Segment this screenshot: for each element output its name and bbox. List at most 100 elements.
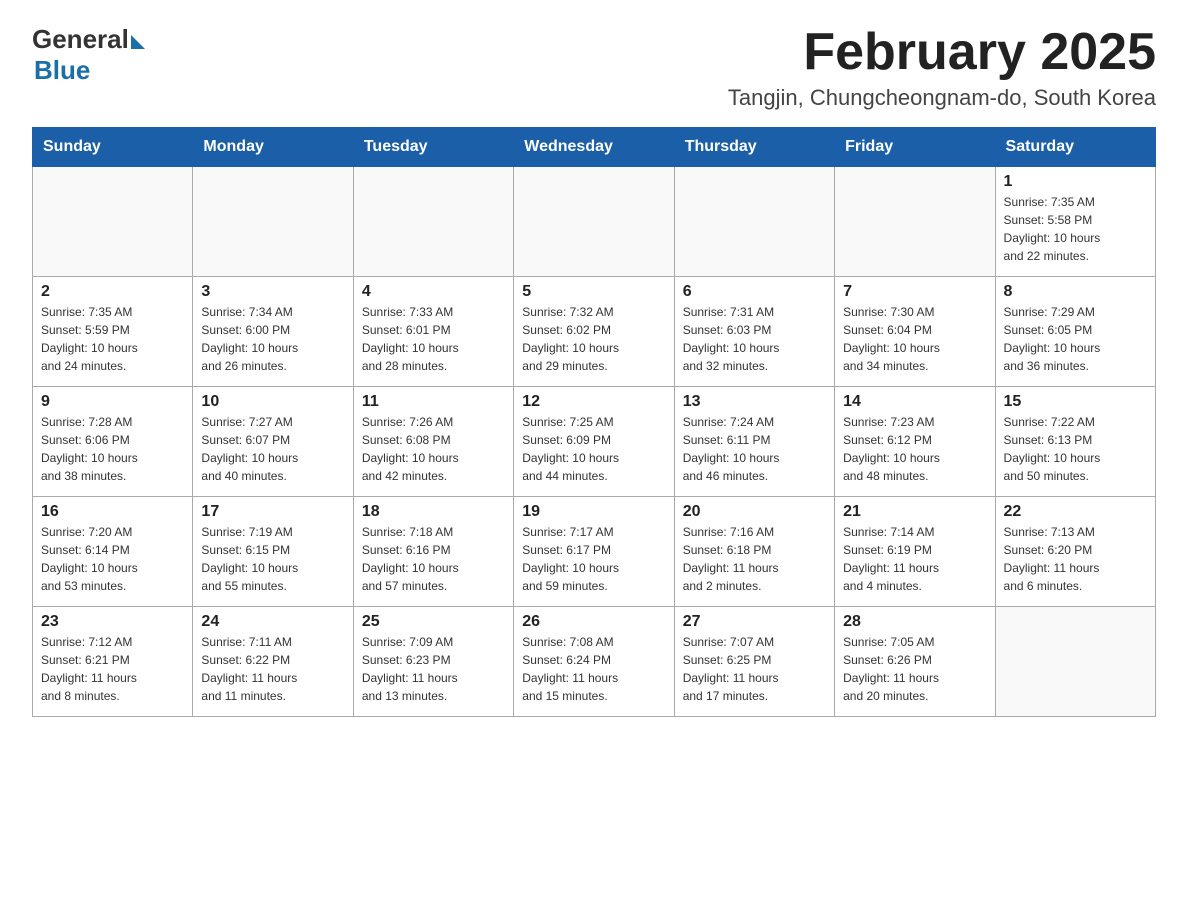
header-tuesday: Tuesday — [353, 128, 513, 167]
title-area: February 2025 Tangjin, Chungcheongnam-do… — [728, 24, 1156, 111]
day-number: 1 — [1004, 173, 1147, 191]
calendar-cell: 13 Sunrise: 7:24 AM Sunset: 6:11 PM Dayli… — [674, 387, 834, 497]
location-title: Tangjin, Chungcheongnam-do, South Korea — [728, 85, 1156, 111]
calendar-cell: 5 Sunrise: 7:32 AM Sunset: 6:02 PM Daylig… — [514, 277, 674, 387]
calendar-cell — [353, 167, 513, 277]
calendar-cell: 3 Sunrise: 7:34 AM Sunset: 6:00 PM Daylig… — [193, 277, 353, 387]
day-number: 22 — [1004, 503, 1147, 521]
calendar-cell: 9Sunrise: 7:28 AM Sunset: 6:06 PM Daylig… — [33, 387, 193, 497]
calendar-cell — [193, 167, 353, 277]
calendar-cell: 4 Sunrise: 7:33 AM Sunset: 6:01 PM Daylig… — [353, 277, 513, 387]
day-info: Sunrise: 7:25 AM Sunset: 6:09 PM Dayligh… — [522, 413, 665, 485]
calendar-cell: 2 Sunrise: 7:35 AM Sunset: 5:59 PM Daylig… — [33, 277, 193, 387]
day-number: 26 — [522, 613, 665, 631]
day-number: 17 — [201, 503, 344, 521]
calendar-cell: 1Sunrise: 7:35 AM Sunset: 5:58 PM Daylig… — [995, 167, 1155, 277]
calendar-cell: 19Sunrise: 7:17 AM Sunset: 6:17 PM Dayli… — [514, 497, 674, 607]
day-info: Sunrise: 7:32 AM Sunset: 6:02 PM Dayligh… — [522, 303, 665, 375]
day-number: 23 — [41, 613, 184, 631]
logo-arrow-icon — [131, 35, 145, 49]
day-info: Sunrise: 7:09 AM Sunset: 6:23 PM Dayligh… — [362, 633, 505, 705]
calendar-cell — [835, 167, 995, 277]
calendar-cell: 14Sunrise: 7:23 AM Sunset: 6:12 PM Dayli… — [835, 387, 995, 497]
month-title: February 2025 — [728, 24, 1156, 81]
day-info: Sunrise: 7:33 AM Sunset: 6:01 PM Dayligh… — [362, 303, 505, 375]
day-info: Sunrise: 7:22 AM Sunset: 6:13 PM Dayligh… — [1004, 413, 1147, 485]
header-monday: Monday — [193, 128, 353, 167]
day-number: 25 — [362, 613, 505, 631]
day-info: Sunrise: 7:05 AM Sunset: 6:26 PM Dayligh… — [843, 633, 986, 705]
day-info: Sunrise: 7:29 AM Sunset: 6:05 PM Dayligh… — [1004, 303, 1147, 375]
day-info: Sunrise: 7:08 AM Sunset: 6:24 PM Dayligh… — [522, 633, 665, 705]
header-wednesday: Wednesday — [514, 128, 674, 167]
week-row-4: 23 Sunrise: 7:12 AM Sunset: 6:21 PM Dayli… — [33, 607, 1156, 717]
day-info: Sunrise: 7:18 AM Sunset: 6:16 PM Dayligh… — [362, 523, 505, 595]
header-thursday: Thursday — [674, 128, 834, 167]
calendar-cell: 16Sunrise: 7:20 AM Sunset: 6:14 PM Dayli… — [33, 497, 193, 607]
day-info: Sunrise: 7:31 AM Sunset: 6:03 PM Dayligh… — [683, 303, 826, 375]
day-number: 4 — [362, 283, 505, 301]
calendar-cell: 7 Sunrise: 7:30 AM Sunset: 6:04 PM Daylig… — [835, 277, 995, 387]
calendar-cell: 6 Sunrise: 7:31 AM Sunset: 6:03 PM Daylig… — [674, 277, 834, 387]
calendar-cell: 25 Sunrise: 7:09 AM Sunset: 6:23 PM Dayli… — [353, 607, 513, 717]
calendar-cell — [674, 167, 834, 277]
day-info: Sunrise: 7:13 AM Sunset: 6:20 PM Dayligh… — [1004, 523, 1147, 595]
calendar-cell: 21Sunrise: 7:14 AM Sunset: 6:19 PM Dayli… — [835, 497, 995, 607]
day-number: 8 — [1004, 283, 1147, 301]
day-number: 28 — [843, 613, 986, 631]
calendar-cell: 24 Sunrise: 7:11 AM Sunset: 6:22 PM Dayli… — [193, 607, 353, 717]
day-number: 24 — [201, 613, 344, 631]
week-row-3: 16Sunrise: 7:20 AM Sunset: 6:14 PM Dayli… — [33, 497, 1156, 607]
day-info: Sunrise: 7:30 AM Sunset: 6:04 PM Dayligh… — [843, 303, 986, 375]
day-info: Sunrise: 7:26 AM Sunset: 6:08 PM Dayligh… — [362, 413, 505, 485]
day-info: Sunrise: 7:34 AM Sunset: 6:00 PM Dayligh… — [201, 303, 344, 375]
calendar-cell: 10Sunrise: 7:27 AM Sunset: 6:07 PM Dayli… — [193, 387, 353, 497]
week-row-1: 2 Sunrise: 7:35 AM Sunset: 5:59 PM Daylig… — [33, 277, 1156, 387]
calendar-cell: 15 Sunrise: 7:22 AM Sunset: 6:13 PM Dayli… — [995, 387, 1155, 497]
day-number: 6 — [683, 283, 826, 301]
logo-general-text: General — [32, 24, 129, 55]
day-number: 5 — [522, 283, 665, 301]
day-number: 7 — [843, 283, 986, 301]
calendar-cell: 20 Sunrise: 7:16 AM Sunset: 6:18 PM Dayli… — [674, 497, 834, 607]
day-info: Sunrise: 7:19 AM Sunset: 6:15 PM Dayligh… — [201, 523, 344, 595]
day-number: 2 — [41, 283, 184, 301]
day-info: Sunrise: 7:24 AM Sunset: 6:11 PM Dayligh… — [683, 413, 826, 485]
page-header: General Blue February 2025 Tangjin, Chun… — [32, 24, 1156, 111]
calendar-cell: 11 Sunrise: 7:26 AM Sunset: 6:08 PM Dayli… — [353, 387, 513, 497]
day-number: 15 — [1004, 393, 1147, 411]
header-row: SundayMondayTuesdayWednesdayThursdayFrid… — [33, 128, 1156, 167]
calendar-table: SundayMondayTuesdayWednesdayThursdayFrid… — [32, 127, 1156, 717]
day-info: Sunrise: 7:11 AM Sunset: 6:22 PM Dayligh… — [201, 633, 344, 705]
calendar-cell: 17 Sunrise: 7:19 AM Sunset: 6:15 PM Dayli… — [193, 497, 353, 607]
calendar-cell: 8 Sunrise: 7:29 AM Sunset: 6:05 PM Daylig… — [995, 277, 1155, 387]
calendar-cell: 27 Sunrise: 7:07 AM Sunset: 6:25 PM Dayli… — [674, 607, 834, 717]
header-saturday: Saturday — [995, 128, 1155, 167]
calendar-cell: 18 Sunrise: 7:18 AM Sunset: 6:16 PM Dayli… — [353, 497, 513, 607]
day-number: 20 — [683, 503, 826, 521]
calendar-body: 1Sunrise: 7:35 AM Sunset: 5:58 PM Daylig… — [33, 167, 1156, 717]
header-sunday: Sunday — [33, 128, 193, 167]
day-info: Sunrise: 7:20 AM Sunset: 6:14 PM Dayligh… — [41, 523, 184, 595]
day-info: Sunrise: 7:16 AM Sunset: 6:18 PM Dayligh… — [683, 523, 826, 595]
week-row-2: 9Sunrise: 7:28 AM Sunset: 6:06 PM Daylig… — [33, 387, 1156, 497]
day-info: Sunrise: 7:27 AM Sunset: 6:07 PM Dayligh… — [201, 413, 344, 485]
day-number: 11 — [362, 393, 505, 411]
day-number: 3 — [201, 283, 344, 301]
day-number: 27 — [683, 613, 826, 631]
day-number: 18 — [362, 503, 505, 521]
calendar-cell — [33, 167, 193, 277]
day-info: Sunrise: 7:35 AM Sunset: 5:59 PM Dayligh… — [41, 303, 184, 375]
calendar-cell: 12 Sunrise: 7:25 AM Sunset: 6:09 PM Dayli… — [514, 387, 674, 497]
day-info: Sunrise: 7:12 AM Sunset: 6:21 PM Dayligh… — [41, 633, 184, 705]
day-number: 13 — [683, 393, 826, 411]
day-number: 19 — [522, 503, 665, 521]
calendar-cell: 22 Sunrise: 7:13 AM Sunset: 6:20 PM Dayli… — [995, 497, 1155, 607]
calendar-cell: 28 Sunrise: 7:05 AM Sunset: 6:26 PM Dayli… — [835, 607, 995, 717]
header-friday: Friday — [835, 128, 995, 167]
day-info: Sunrise: 7:07 AM Sunset: 6:25 PM Dayligh… — [683, 633, 826, 705]
calendar-cell — [514, 167, 674, 277]
logo-blue-text: Blue — [34, 55, 90, 86]
day-number: 12 — [522, 393, 665, 411]
day-info: Sunrise: 7:14 AM Sunset: 6:19 PM Dayligh… — [843, 523, 986, 595]
